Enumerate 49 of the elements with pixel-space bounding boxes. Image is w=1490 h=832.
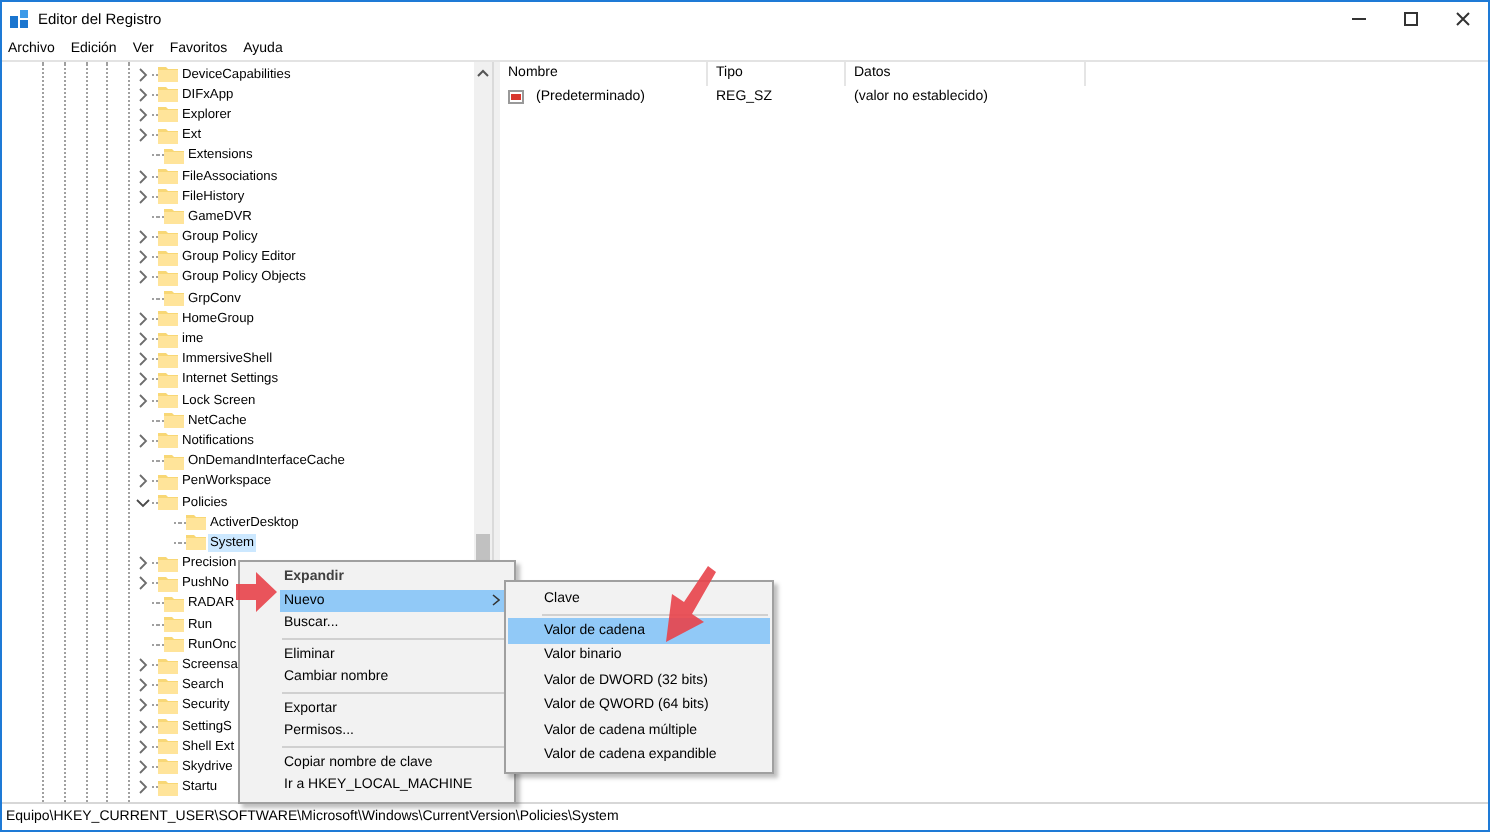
folder-icon	[158, 697, 178, 714]
folder-icon	[158, 310, 178, 327]
folder-icon	[158, 331, 178, 348]
folder-icon	[158, 555, 178, 572]
folder-icon	[186, 514, 206, 531]
folder-icon	[158, 718, 178, 735]
folder-icon	[164, 412, 184, 429]
expand-chevron-icon[interactable]	[134, 431, 152, 450]
folder-icon	[164, 616, 184, 633]
folder-icon	[164, 147, 184, 164]
folder-icon	[158, 473, 178, 490]
folder-icon	[158, 432, 178, 449]
scroll-thumb[interactable]	[476, 534, 490, 560]
folder-icon	[158, 188, 178, 205]
folder-icon	[158, 494, 178, 511]
close-icon	[1455, 12, 1469, 26]
folder-icon	[164, 636, 184, 653]
maximize-icon	[1403, 12, 1417, 26]
folder-icon	[158, 229, 178, 246]
folder-icon	[158, 677, 178, 694]
arrow-icon	[660, 566, 720, 646]
folder-icon	[164, 290, 184, 307]
registry-cubes-icon	[10, 10, 28, 28]
submenu-caret-icon	[492, 594, 500, 607]
folder-icon	[158, 371, 178, 388]
folder-icon	[186, 534, 206, 551]
folder-icon	[158, 392, 178, 409]
folder-icon	[158, 779, 178, 796]
folder-icon	[158, 249, 178, 266]
folder-icon	[158, 66, 178, 83]
folder-icon	[158, 657, 178, 674]
folder-icon	[158, 758, 178, 775]
collapse-chevron-icon[interactable]	[134, 493, 152, 512]
folder-icon	[158, 168, 178, 185]
expand-chevron-icon[interactable]	[134, 472, 152, 491]
folder-icon	[158, 738, 178, 755]
folder-icon	[158, 269, 178, 286]
folder-icon	[164, 595, 184, 612]
folder-icon	[158, 106, 178, 123]
arrow-icon	[236, 572, 278, 612]
folder-icon	[158, 127, 178, 144]
folder-icon	[164, 208, 184, 225]
folder-icon	[158, 86, 178, 103]
string-value-icon	[508, 90, 524, 104]
folder-icon	[158, 351, 178, 368]
scroll-up-icon[interactable]	[476, 68, 490, 78]
minimize-icon	[1351, 18, 1365, 20]
folder-icon	[158, 575, 178, 592]
folder-icon	[164, 453, 184, 470]
